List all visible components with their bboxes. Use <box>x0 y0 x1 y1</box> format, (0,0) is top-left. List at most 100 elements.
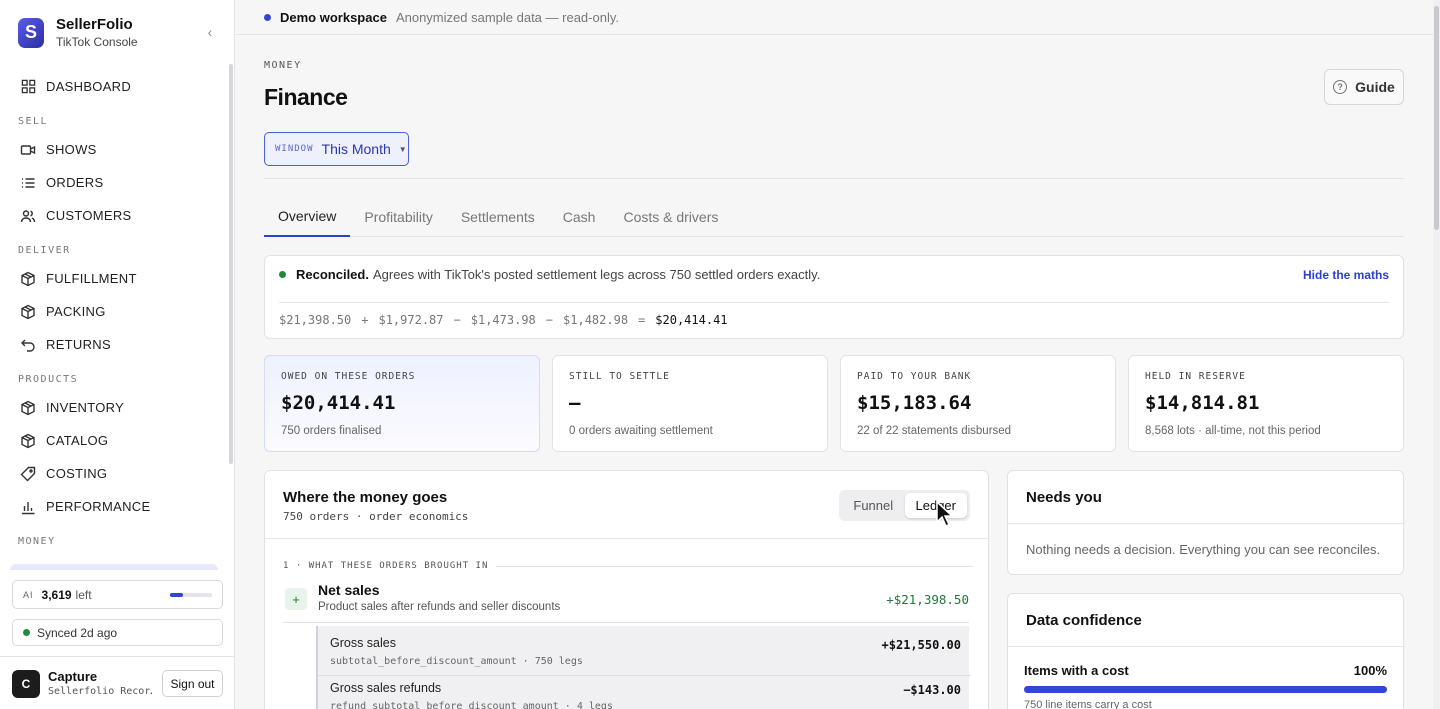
guide-label: Guide <box>1355 79 1395 95</box>
kpi-value: $14,814.81 <box>1145 392 1260 414</box>
sidebar-item-shows[interactable]: SHOWS <box>0 133 228 166</box>
divider <box>1008 646 1405 647</box>
equation-term: $1,473.98 <box>470 313 536 327</box>
nav-section-heading: DELIVER <box>18 245 71 256</box>
kpi-card-paid-to-your-bank[interactable]: PAID TO YOUR BANK $15,183.64 22 of 22 stat… <box>840 355 1116 452</box>
nav-section-heading: SELL <box>18 116 49 127</box>
plus-icon: + <box>285 588 307 610</box>
sidebar-item-packing[interactable]: PACKING <box>0 295 228 328</box>
sign-out-button[interactable]: Sign out <box>162 670 223 697</box>
tab-overview[interactable]: Overview <box>264 196 351 237</box>
sidebar-item-inventory[interactable]: INVENTORY <box>0 391 228 424</box>
page-title: Finance <box>264 84 348 110</box>
user-row: C Capture Sellerfolio Recor… Sign out <box>0 656 235 709</box>
banner-title: Demo workspace <box>280 9 387 25</box>
brand-name: SellerFolio <box>56 16 133 33</box>
kpi-value: $15,183.64 <box>857 392 972 414</box>
sidebar-item-label: PACKING <box>46 304 106 319</box>
sidebar-item-performance[interactable]: PERFORMANCE <box>0 490 228 523</box>
ledger-detail-row[interactable]: Gross sales refunds refund_subtotal_befor… <box>318 671 971 709</box>
kpi-card-held-in-reserve[interactable]: HELD IN RESERVE $14,814.81 8,568 lots · al… <box>1128 355 1404 452</box>
ledger-row-source: refund_subtotal_before_discount_amount ·… <box>330 701 613 709</box>
tab-profitability[interactable]: Profitability <box>350 196 446 237</box>
sidebar-nav: DASHBOARD SELL SHOWS ORDERS CUSTOMERS DELIVER… <box>0 70 228 570</box>
sidebar-item-label: FULFILLMENT <box>46 271 137 286</box>
sync-status[interactable]: Synced 2d ago <box>12 619 223 646</box>
money-card-title: Where the money goes <box>283 489 448 506</box>
equation-term: $20,414.41 <box>655 313 728 327</box>
ledger-row-source: subtotal_before_discount_amount · 750 le… <box>330 656 583 667</box>
net-sales-row[interactable]: + Net sales Product sales after refunds … <box>283 579 969 623</box>
tab-settlements[interactable]: Settlements <box>447 196 549 237</box>
collapse-sidebar-chevron-icon[interactable]: ‹ <box>202 24 218 40</box>
divider <box>265 538 988 539</box>
guide-button[interactable]: ? Guide <box>1324 69 1404 105</box>
hide-maths-link[interactable]: Hide the maths <box>1303 268 1389 282</box>
kpi-value: — <box>569 392 581 414</box>
avatar[interactable]: C <box>12 670 40 698</box>
main-scrollbar[interactable] <box>1433 0 1440 709</box>
kpi-card-owed-on-these-orders[interactable]: OWED ON THESE ORDERS $20,414.41 750 orders… <box>264 355 540 452</box>
help-icon: ? <box>1333 80 1348 94</box>
ai-credits[interactable]: AI 3,619 left <box>12 580 223 609</box>
divider <box>283 622 969 623</box>
sidebar-item-customers[interactable]: CUSTOMERS <box>0 199 228 232</box>
confidence-bar-fill <box>1024 686 1387 693</box>
sidebar-item-catalog[interactable]: CATALOG <box>0 424 228 457</box>
sidebar-item-returns[interactable]: RETURNS <box>0 328 228 361</box>
reconciled-status-dot <box>279 271 286 278</box>
ai-count: 3,619 <box>41 587 72 602</box>
brand[interactable]: S SellerFolio TikTok Console <box>18 16 138 49</box>
needs-you-title: Needs you <box>1026 489 1102 506</box>
box-icon <box>20 304 36 320</box>
box-icon <box>20 433 36 449</box>
sidebar-item-label: ORDERS <box>46 175 104 190</box>
return-icon <box>20 337 36 353</box>
confidence-subtitle: 750 line items carry a cost <box>1024 699 1152 709</box>
divider <box>1008 523 1405 524</box>
sidebar-item-costing[interactable]: COSTING <box>0 457 228 490</box>
window-tag: WINDOW <box>275 144 314 154</box>
sidebar-item-dashboard[interactable]: DASHBOARD <box>0 70 228 103</box>
mouse-cursor-icon <box>936 500 954 528</box>
section-heading: 1 · WHAT THESE ORDERS BROUGHT IN <box>283 561 973 571</box>
page-eyebrow: MONEY <box>264 60 302 71</box>
equation-term: $1,972.87 <box>378 313 444 327</box>
reconcile-equation: $21,398.50 + $1,972.87− $1,473.98− $1,482.98… <box>279 313 738 327</box>
kpi-label: HELD IN RESERVE <box>1145 371 1246 382</box>
kpi-subtitle: 22 of 22 statements disbursed <box>857 425 1012 437</box>
banner-text: Anonymized sample data — read-only. <box>395 9 619 25</box>
ledger-detail-row[interactable]: Gross sales subtotal_before_discount_amou… <box>318 626 971 676</box>
equation-term: $1,482.98 <box>563 313 629 327</box>
user-workspace: Sellerfolio Recor… <box>48 686 152 697</box>
net-sales-title: Net sales <box>318 582 380 598</box>
data-confidence-title: Data confidence <box>1026 612 1142 629</box>
sync-text: Synced 2d ago <box>37 625 118 640</box>
reconcile-panel: Reconciled. Agrees with TikTok's posted … <box>264 255 1404 339</box>
equation-operator: = <box>638 313 646 327</box>
window-select[interactable]: WINDOW This Month ▼ <box>264 132 409 166</box>
tab-cash[interactable]: Cash <box>549 196 610 237</box>
kpi-subtitle: 0 orders awaiting settlement <box>569 425 713 437</box>
main-scrollbar-thumb[interactable] <box>1434 6 1439 230</box>
reconcile-status: Reconciled. <box>296 267 369 282</box>
sidebar-scrollbar[interactable] <box>229 64 233 464</box>
sidebar-item-finance-partial[interactable] <box>10 564 218 570</box>
sidebar: S SellerFolio TikTok Console ‹ DASHBOARD… <box>0 0 235 709</box>
funnel-toggle-button[interactable]: Funnel <box>842 493 905 518</box>
main-content: Demo workspace Anonymized sample data — … <box>236 0 1440 709</box>
kpi-label: STILL TO SETTLE <box>569 371 670 382</box>
user-name: Capture <box>48 669 98 684</box>
nav-section-heading: PRODUCTS <box>18 374 79 385</box>
users-icon <box>20 208 36 224</box>
box-icon <box>20 400 36 416</box>
ledger-row-amount: −$143.00 <box>903 683 961 697</box>
ai-tag: AI <box>23 589 34 600</box>
net-sales-subtitle: Product sales after refunds and seller d… <box>318 601 561 613</box>
kpi-card-still-to-settle[interactable]: STILL TO SETTLE — 0 orders awaiting settle… <box>552 355 828 452</box>
sidebar-item-fulfillment[interactable]: FULFILLMENT <box>0 262 228 295</box>
sidebar-item-label: INVENTORY <box>46 400 125 415</box>
sidebar-item-orders[interactable]: ORDERS <box>0 166 228 199</box>
tab-costs-drivers[interactable]: Costs & drivers <box>609 196 732 237</box>
window-value: This Month <box>321 141 391 157</box>
